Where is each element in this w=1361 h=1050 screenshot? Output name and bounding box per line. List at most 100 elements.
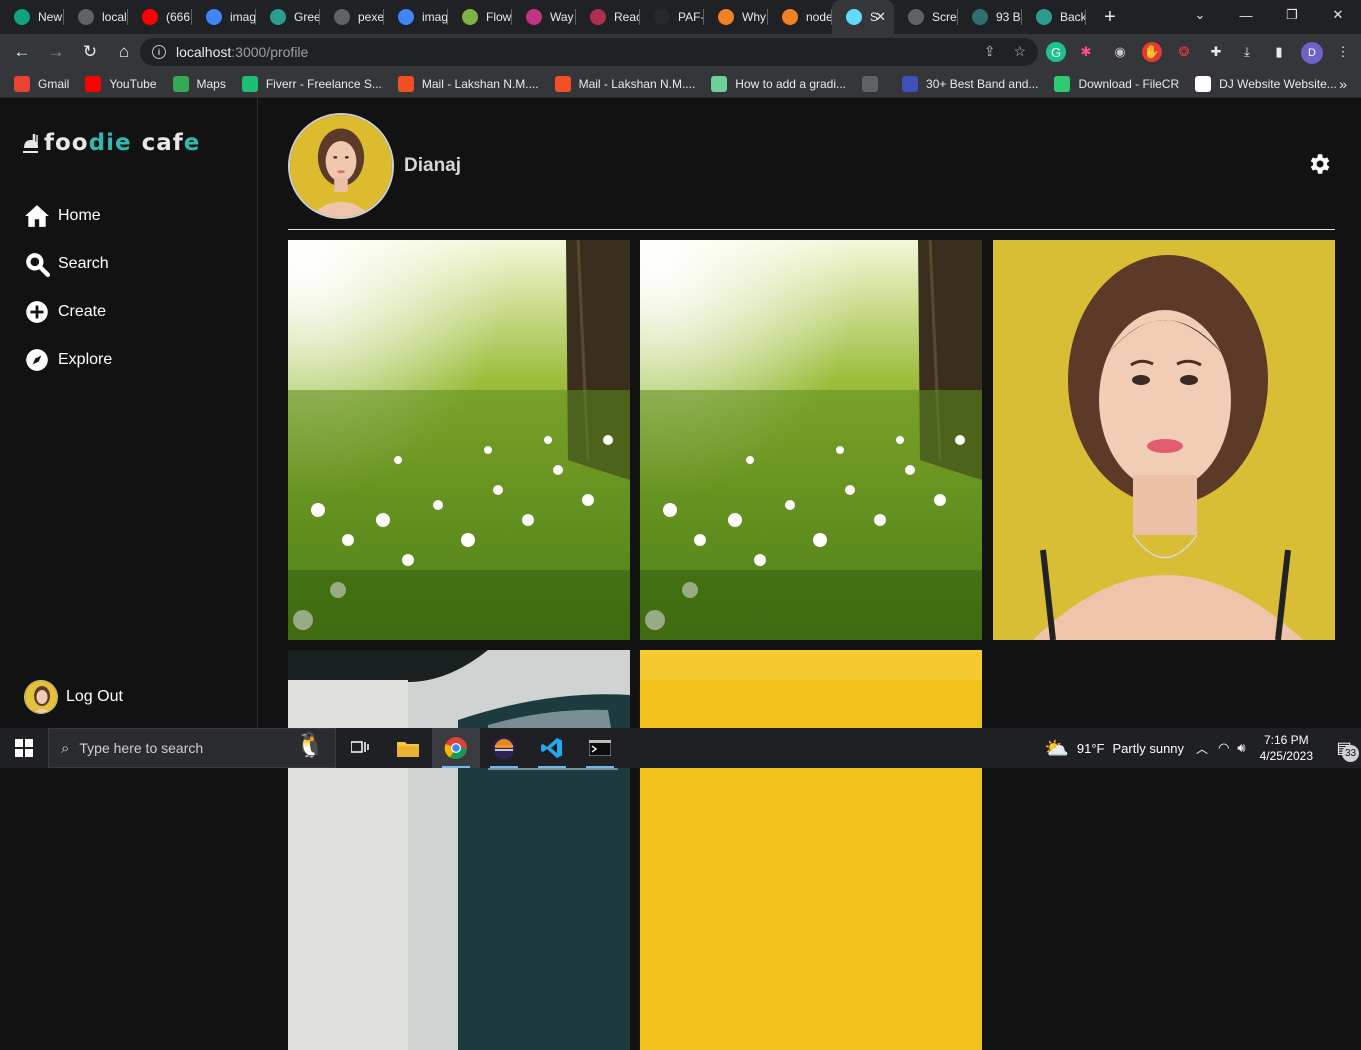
browser-tab[interactable]: Scre <box>894 0 958 34</box>
maps-icon <box>172 75 189 92</box>
download-icon[interactable]: ⤓ <box>1237 42 1257 62</box>
bookmark-item[interactable]: Maps <box>172 75 226 92</box>
browser-tab[interactable]: Why <box>704 0 768 34</box>
bookmarks-overflow-icon[interactable]: » <box>1339 76 1347 92</box>
taskbar-clock[interactable]: 7:16 PM 4/25/2023 <box>1260 732 1313 764</box>
bookmark-item[interactable]: Fiverr - Freelance S... <box>241 75 382 92</box>
bookmark-item[interactable]: Mail - Lakshan N.M.... <box>554 75 695 92</box>
task-view-icon[interactable] <box>336 728 384 768</box>
browser-tab[interactable]: Flow <box>448 0 512 34</box>
bookmark-item[interactable]: Download - FileCR <box>1054 75 1179 92</box>
maximize-button[interactable]: ❐ <box>1269 0 1315 30</box>
browser-tab-label: Flow <box>486 10 512 24</box>
app-page: foodiecafe Home Search Create Explore <box>0 98 1361 1050</box>
bookmark-item[interactable]: Gmail <box>14 75 69 92</box>
chevron-up-icon[interactable]: ︿ <box>1196 740 1208 757</box>
penguins-search-art-icon: 🐧 <box>295 732 325 759</box>
sidebar-item-explore[interactable]: Explore <box>24 336 112 384</box>
close-tab-icon[interactable]: ✕ <box>875 9 886 25</box>
settings-gear-icon[interactable] <box>1306 151 1332 177</box>
wifi-icon[interactable]: ◠ <box>1218 740 1229 756</box>
stackoverflow-icon <box>782 9 798 25</box>
chrome-taskbar-icon[interactable] <box>432 728 480 768</box>
start-button[interactable] <box>0 728 48 768</box>
post-thumbnail-portrait[interactable] <box>993 240 1335 640</box>
logout-label: Log Out <box>66 688 123 705</box>
sidebar-item-label: Search <box>58 255 109 272</box>
new-tab-button[interactable]: + <box>1096 6 1124 29</box>
sidebar-item-search[interactable]: Search <box>24 240 112 288</box>
colorpick-extension-icon[interactable]: ❂ <box>1174 42 1194 62</box>
microsoft-icon <box>554 75 571 92</box>
browser-tab[interactable]: node <box>768 0 832 34</box>
reload-button[interactable]: ↻ <box>74 36 106 68</box>
browser-tab[interactable]: Way <box>512 0 576 34</box>
sidebar-item-home[interactable]: Home <box>24 192 112 240</box>
browser-tab[interactable]: 93 B <box>958 0 1022 34</box>
bookmark-item[interactable]: How to add a gradi... <box>711 75 846 92</box>
youtube-icon <box>85 75 102 92</box>
eclipse-taskbar-icon[interactable] <box>480 728 528 768</box>
weather-temperature[interactable]: 91°F <box>1077 741 1105 756</box>
browser-tab[interactable]: local <box>64 0 128 34</box>
bookmark-item[interactable]: YouTube <box>85 75 157 92</box>
browser-tab[interactable]: imag <box>192 0 256 34</box>
post-thumbnail-car[interactable] <box>288 650 630 1050</box>
browser-menu-icon[interactable]: ⋮ <box>1333 42 1353 62</box>
volume-icon[interactable]: 🔊︎ <box>1237 740 1245 756</box>
notification-count-badge: 33 <box>1342 745 1359 762</box>
site-info-icon[interactable]: i <box>152 45 166 59</box>
stop-extension-icon[interactable]: ✋ <box>1142 42 1162 62</box>
address-bar[interactable]: i localhost:3000/profile ⇪ ☆ <box>140 38 1038 66</box>
browser-tab[interactable]: pexe <box>320 0 384 34</box>
post-thumbnail-meadow-2[interactable] <box>640 240 982 640</box>
extensions-puzzle-icon[interactable]: ✚ <box>1206 42 1226 62</box>
vscode-taskbar-icon[interactable] <box>528 728 576 768</box>
browser-tab-label: Why <box>742 10 766 24</box>
file-explorer-icon[interactable] <box>384 728 432 768</box>
windows-taskbar: ⌕ Type here to search 🐧 ⛅ 91°F Partly su… <box>0 728 1361 768</box>
browser-tab[interactable]: (666 <box>128 0 192 34</box>
profile-avatar[interactable]: D <box>1301 42 1323 64</box>
browser-tab-strip: New local (666 imag Gree pexe imag Flow Way Reac P… <box>0 0 1361 34</box>
bookmark-star-icon[interactable]: ☆ <box>1013 43 1026 60</box>
taskbar-search-box[interactable]: ⌕ Type here to search 🐧 <box>48 728 336 768</box>
sidebar-item-create[interactable]: Create <box>24 288 112 336</box>
app-logo[interactable]: foo die caf e <box>22 130 200 156</box>
browser-tab[interactable]: Back <box>1022 0 1086 34</box>
tab-search-icon[interactable]: ⌄ <box>1177 0 1223 30</box>
bookmark-item[interactable]: Mail - Lakshan N.M.... <box>397 75 539 92</box>
forward-button[interactable]: → <box>40 36 72 68</box>
browser-tab[interactable]: Gree <box>256 0 320 34</box>
notifications-button[interactable]: ▤ 33 <box>1327 728 1361 768</box>
browser-tab-label: 93 B <box>996 10 1021 24</box>
browser-tab-label: imag <box>422 10 448 24</box>
side-panel-icon[interactable]: ▮ <box>1269 42 1289 62</box>
browser-tab[interactable]: PAF- <box>640 0 704 34</box>
logout-button[interactable]: Log Out <box>24 680 123 714</box>
home-icon <box>25 205 49 227</box>
browser-tab[interactable]: imag <box>384 0 448 34</box>
home-button[interactable]: ⌂ <box>108 36 140 68</box>
bookmark-item[interactable]: DJ Website Website... <box>1195 75 1337 92</box>
browser-tab-label: node <box>806 10 832 24</box>
post-thumbnail-yellow[interactable] <box>640 650 982 1050</box>
stackoverflow-icon <box>718 9 734 25</box>
browser-tab[interactable]: S ✕ <box>832 0 894 34</box>
browser-tab[interactable]: Reac <box>576 0 640 34</box>
taskbar-search-placeholder: Type here to search <box>79 740 204 756</box>
browser-tab[interactable]: New <box>0 0 64 34</box>
close-window-button[interactable]: ✕ <box>1315 0 1361 30</box>
puzzle-extension-icon[interactable]: ✱ <box>1076 42 1096 62</box>
share-icon[interactable]: ⇪ <box>984 43 996 60</box>
post-thumbnail-meadow[interactable] <box>288 240 630 640</box>
minimize-button[interactable]: — <box>1223 0 1269 30</box>
weather-condition[interactable]: Partly sunny <box>1113 741 1185 756</box>
bookmark-item[interactable]: 30+ Best Band and... <box>902 75 1038 92</box>
screenshot-extension-icon[interactable]: ◉ <box>1110 42 1130 62</box>
grammarly-extension-icon[interactable]: G <box>1046 42 1066 62</box>
terminal-taskbar-icon[interactable] <box>576 728 624 768</box>
bookmark-item[interactable] <box>862 75 886 92</box>
back-button[interactable]: ← <box>6 36 38 68</box>
profile-avatar-image[interactable] <box>288 113 394 219</box>
